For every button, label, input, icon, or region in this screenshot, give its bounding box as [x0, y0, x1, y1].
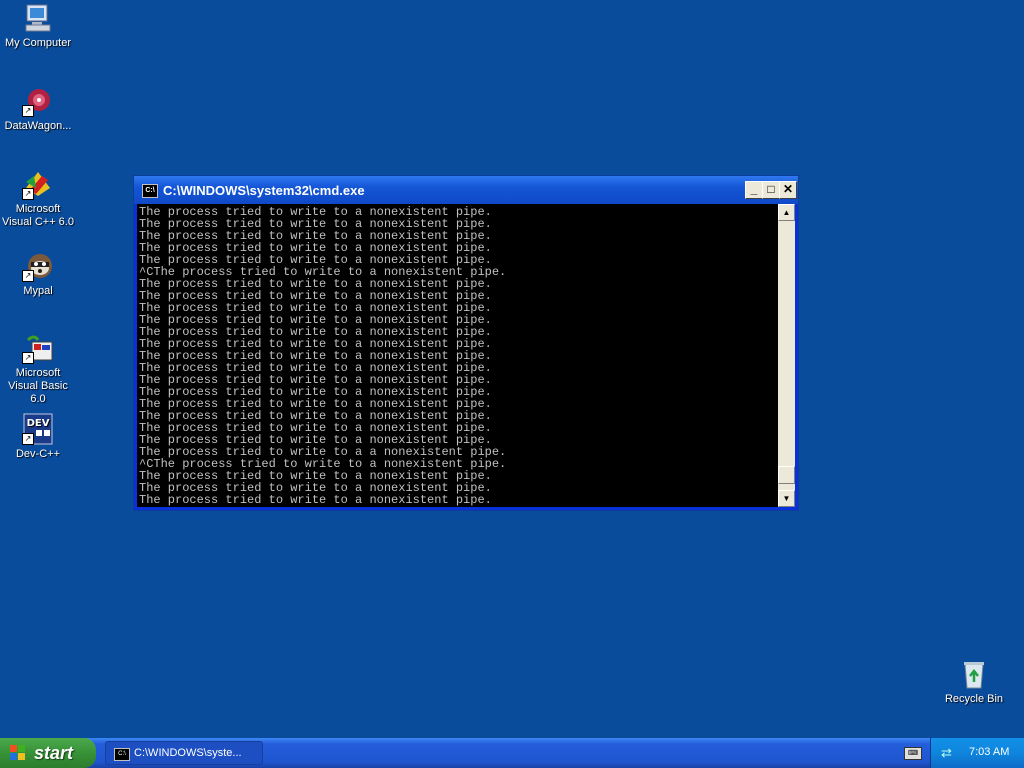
desktop-icon-mypal[interactable]: ↗ Mypal — [0, 250, 76, 298]
minimize-button[interactable]: _ — [745, 181, 763, 199]
start-button[interactable]: start — [0, 738, 96, 768]
desktop-icon-label: DataWagon... — [4, 120, 72, 132]
desktop-icon-visual-cpp[interactable]: ↗ Microsoft Visual C++ 6.0 — [0, 168, 76, 229]
console-output: The process tried to write to a nonexist… — [139, 206, 777, 506]
vertical-scrollbar[interactable]: ▲ ▼ — [778, 204, 795, 507]
desktop-icon-label: Mypal — [23, 285, 53, 297]
desktop-icon-label: Microsoft Visual Basic 6.0 — [8, 367, 68, 405]
shortcut-arrow-icon: ↗ — [22, 433, 34, 445]
desktop-icon-label: Recycle Bin — [944, 693, 1004, 705]
desktop-icon-visual-basic[interactable]: ↗ Microsoft Visual Basic 6.0 — [0, 332, 76, 406]
scroll-down-button[interactable]: ▼ — [778, 490, 795, 507]
scroll-up-button[interactable]: ▲ — [778, 204, 795, 221]
desktop-icon-dev-cpp[interactable]: DEV ↗ Dev-C++ — [0, 413, 76, 461]
shortcut-arrow-icon: ↗ — [22, 105, 34, 117]
window-title: C:\WINDOWS\system32\cmd.exe — [163, 183, 365, 198]
visual-cpp-icon: ↗ — [22, 168, 54, 200]
console-area[interactable]: The process tried to write to a nonexist… — [137, 204, 795, 507]
recycle-bin-icon — [958, 658, 990, 690]
shortcut-arrow-icon: ↗ — [22, 270, 34, 282]
shortcut-arrow-icon: ↗ — [22, 188, 34, 200]
desktop-icon-recycle-bin[interactable]: Recycle Bin — [936, 658, 1012, 706]
keyboard-icon[interactable]: ⌨ — [904, 747, 922, 760]
desktop-icon-datawagon[interactable]: ↗ DataWagon... — [0, 85, 76, 133]
scroll-thumb[interactable] — [778, 466, 795, 484]
shortcut-arrow-icon: ↗ — [22, 352, 34, 364]
console-line: The process tried to write to a nonexist… — [139, 493, 492, 506]
cmd-icon: C:\ — [114, 748, 130, 761]
close-button[interactable]: ✕ — [779, 181, 797, 199]
windows-logo-icon — [10, 745, 26, 761]
taskbar-item-cmd[interactable]: C:\ C:\WINDOWS\syste... — [105, 741, 263, 765]
taskbar-item-label: C:\WINDOWS\syste... — [134, 747, 242, 759]
mypal-icon: ↗ — [22, 250, 54, 282]
svg-text:DEV: DEV — [27, 418, 50, 429]
network-icon[interactable]: ⇄ — [941, 745, 957, 761]
visual-basic-icon: ↗ — [22, 332, 54, 364]
desktop-icon-label: My Computer — [4, 37, 72, 49]
datawagon-icon: ↗ — [22, 85, 54, 117]
dev-cpp-icon: DEV ↗ — [22, 413, 54, 445]
desktop-icon-label: Microsoft Visual C++ 6.0 — [2, 203, 74, 228]
my-computer-icon — [22, 2, 54, 34]
window-titlebar[interactable]: C:\ C:\WINDOWS\system32\cmd.exe _ □ ✕ — [134, 176, 798, 204]
desktop-icon-my-computer[interactable]: My Computer — [0, 2, 76, 50]
start-label: start — [34, 743, 74, 763]
system-tray: ⇄ 7:03 AM — [930, 738, 1024, 768]
clock[interactable]: 7:03 AM — [969, 746, 1009, 758]
maximize-button[interactable]: □ — [762, 181, 780, 199]
taskbar: start C:\ C:\WINDOWS\syste... ⌨ ⇄ 7:03 A… — [0, 738, 1024, 768]
desktop-icon-label: Dev-C++ — [15, 448, 61, 460]
cmd-window[interactable]: C:\ C:\WINDOWS\system32\cmd.exe _ □ ✕ Th… — [133, 175, 799, 511]
cmd-icon: C:\ — [142, 184, 158, 198]
